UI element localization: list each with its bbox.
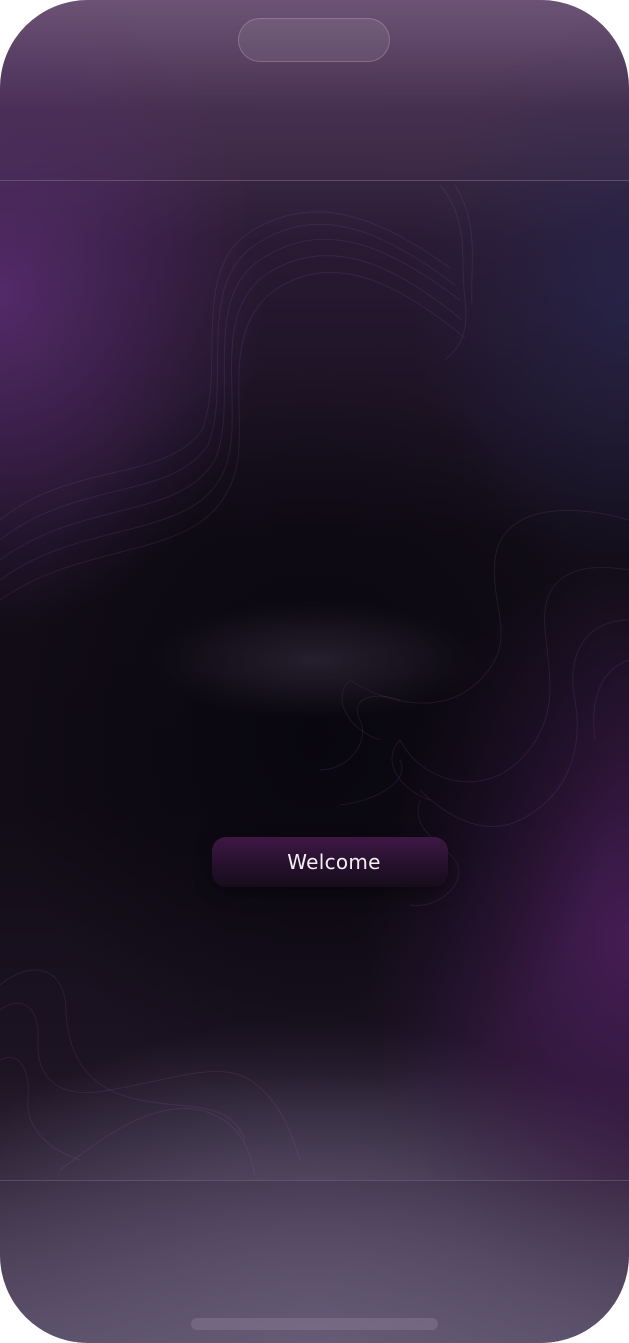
home-indicator[interactable]: [191, 1318, 438, 1330]
phone-screen: Welcome: [0, 0, 629, 1343]
welcome-button[interactable]: Welcome: [212, 837, 448, 887]
soft-glow: [150, 600, 480, 720]
